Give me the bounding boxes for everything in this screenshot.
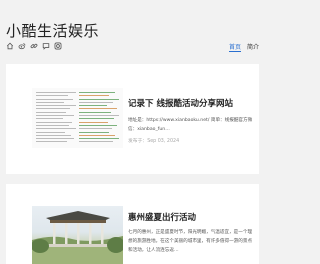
nav-home-link[interactable]: 首页 bbox=[228, 42, 241, 52]
post-excerpt: 七月的惠州，正是盛夏时节，阳光明媚，气温适宜，是一个理想的旅游胜地。在这个美丽的… bbox=[128, 230, 253, 253]
post-excerpt: 地址是：https://www.xianbaoku.net/ 简单：线报酷官方微… bbox=[128, 118, 253, 132]
main-nav: 首页 简介 bbox=[228, 42, 259, 52]
pavilion-photo bbox=[32, 211, 123, 264]
social-links bbox=[6, 42, 62, 50]
post-thumbnail[interactable] bbox=[32, 206, 123, 264]
link-icon[interactable] bbox=[30, 42, 38, 50]
chat-icon[interactable] bbox=[42, 42, 50, 50]
camera-icon[interactable] bbox=[54, 42, 62, 50]
site-title[interactable]: 小酷生活娱乐 bbox=[6, 22, 99, 40]
nav-about-link[interactable]: 简介 bbox=[247, 42, 259, 52]
post-thumbnail[interactable] bbox=[32, 88, 123, 148]
post-title[interactable]: 惠州盛夏出行活动 bbox=[128, 213, 196, 224]
post-date: 发布于：Sep 03, 2024 bbox=[128, 139, 180, 144]
post-card[interactable]: 惠州盛夏出行活动 七月的惠州，正是盛夏时节，阳光明媚，气温适宜，是一个理想的旅游… bbox=[6, 184, 259, 264]
post-card[interactable]: 记录下 线报酷活动分享网站 地址是：https://www.xianbaoku.… bbox=[6, 64, 259, 174]
post-title[interactable]: 记录下 线报酷活动分享网站 bbox=[128, 99, 233, 110]
weibo-icon[interactable] bbox=[18, 42, 26, 50]
home-icon[interactable] bbox=[6, 42, 14, 50]
